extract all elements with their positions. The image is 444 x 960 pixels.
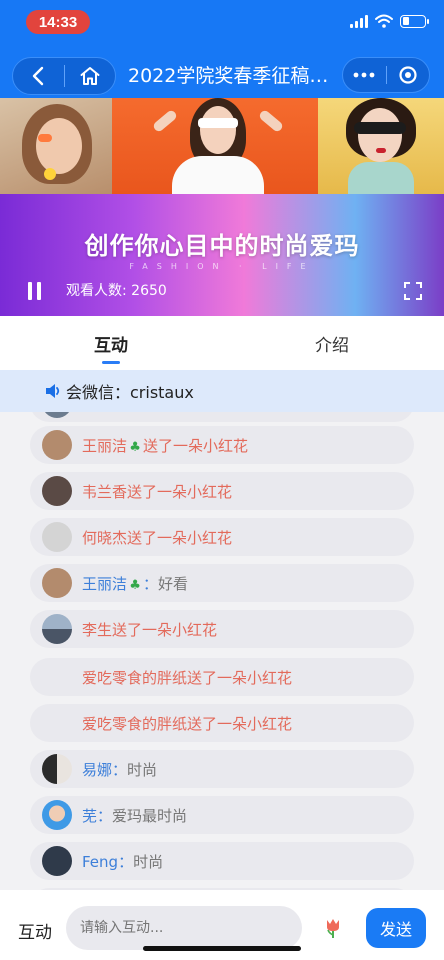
tab-bar: 互动 介绍: [0, 316, 444, 370]
message-text: 李生送了一朵小红花: [82, 620, 218, 639]
user-name[interactable]: 芜: [82, 807, 97, 825]
avatar: [42, 476, 72, 506]
video-panel-model-1: [0, 98, 112, 194]
speaker-icon: [46, 384, 60, 398]
target-icon: [399, 66, 417, 84]
home-icon: [80, 67, 100, 85]
tulip-icon: [327, 919, 339, 938]
user-name[interactable]: Feng: [82, 853, 118, 871]
interaction-label: 互动: [18, 923, 52, 943]
message-suffix: 送了一朵小红花: [143, 436, 249, 455]
flower-gift-button[interactable]: [322, 917, 344, 943]
avatar: [42, 412, 72, 418]
top-bar: 14:33 2022学院奖春季征稿…: [0, 0, 444, 98]
signal-icon: [350, 14, 368, 28]
notice-text: 会微信：cristaux: [66, 383, 194, 402]
list-item: 李生送了一朵小红花: [30, 610, 414, 648]
message-input[interactable]: [66, 906, 302, 950]
list-item: 芜：爱玛最时尚: [30, 796, 414, 834]
battery-icon: [400, 14, 429, 28]
home-indicator: [143, 946, 301, 951]
list-item-partial: [30, 412, 414, 422]
list-item: 易娜：时尚: [30, 750, 414, 788]
user-name[interactable]: 王丽洁: [82, 575, 127, 593]
banner-title: 创作你心目中的时尚爱玛: [84, 232, 360, 260]
send-button[interactable]: 发送: [366, 908, 426, 948]
back-button[interactable]: [13, 57, 64, 95]
tab-intro[interactable]: 介绍: [315, 316, 349, 370]
message-text: 爱吃零食的胖纸送了一朵小红花: [82, 668, 293, 687]
message-text: 韦兰香送了一朵小红花: [82, 482, 233, 501]
clover-icon: ♣: [129, 577, 141, 593]
colon: ：: [143, 574, 159, 593]
avatar: [42, 846, 72, 876]
wifi-icon: [375, 14, 393, 28]
message-content: 爱玛最时尚: [112, 806, 188, 825]
message-text: 爱吃零食的胖纸送了一朵小红花: [82, 714, 293, 733]
video-panel-model-2: [112, 98, 318, 196]
chevron-left-icon: [33, 66, 44, 86]
list-item: 王丽洁 ♣ 送了一朵小红花: [30, 426, 414, 464]
avatar: [42, 568, 72, 598]
list-item: Feng：时尚: [30, 842, 414, 880]
viewer-count: 观看人数: 2650: [66, 283, 167, 299]
more-button[interactable]: [343, 57, 386, 93]
avatar: [42, 522, 72, 552]
avatar: [42, 614, 72, 644]
pause-icon: [28, 282, 32, 300]
status-icons: [350, 14, 429, 28]
message-text: 王丽洁: [82, 436, 128, 455]
notice-bar: 会微信：cristaux: [0, 370, 444, 412]
fullscreen-button[interactable]: [403, 281, 423, 305]
list-item: 王丽洁 ♣ ：好看: [30, 564, 414, 602]
message-content: 时尚: [127, 760, 158, 779]
colon: ：: [112, 760, 128, 779]
banner-subtitle: FASHION · LIFE: [129, 262, 315, 271]
page-title: 2022学院奖春季征稿…: [128, 65, 329, 87]
clover-icon: ♣: [129, 439, 141, 455]
list-item: 何晓杰送了一朵小红花: [30, 518, 414, 556]
fullscreen-icon: [404, 282, 422, 300]
user-name[interactable]: 易娜: [82, 761, 112, 779]
list-item: 爱吃零食的胖纸送了一朵小红花: [30, 658, 414, 696]
avatar: [42, 754, 72, 784]
colon: ：: [97, 806, 113, 825]
home-button[interactable]: [64, 57, 115, 95]
capsule-menu: [342, 57, 430, 93]
nav-pill: [12, 57, 116, 95]
tab-interaction[interactable]: 互动: [94, 316, 128, 370]
avatar: [42, 430, 72, 460]
list-item: 韦兰香送了一朵小红花: [30, 472, 414, 510]
avatar: [42, 800, 72, 830]
message-content: 时尚: [133, 852, 164, 871]
close-miniapp-button[interactable]: [386, 57, 429, 93]
list-item: 爱吃零食的胖纸送了一朵小红花: [30, 704, 414, 742]
more-dots-icon: [353, 72, 375, 78]
colon: ：: [118, 852, 134, 871]
pause-button[interactable]: [28, 282, 44, 300]
status-time: 14:33: [26, 10, 90, 34]
message-list[interactable]: 王丽洁 ♣ 送了一朵小红花 韦兰香送了一朵小红花 何晓杰送了一朵小红花 王丽洁 ♣ ：好…: [0, 412, 444, 890]
message-content: 好看: [158, 574, 189, 593]
message-text: 何晓杰送了一朵小红花: [82, 528, 233, 547]
video-panel-model-3: [318, 98, 444, 194]
